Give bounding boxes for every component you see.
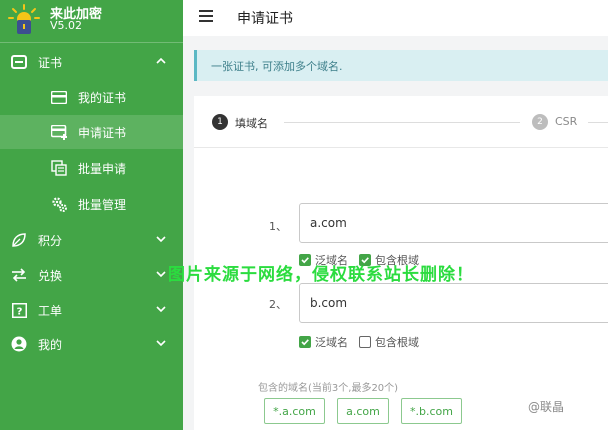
- step-label: CSR: [555, 115, 578, 128]
- hamburger-icon[interactable]: [199, 10, 213, 22]
- svg-text:?: ?: [16, 306, 22, 317]
- sidebar-item-exchange[interactable]: 兑换: [0, 258, 183, 292]
- sidebar-item-my-certificates[interactable]: 我的证书: [0, 80, 183, 114]
- step-number: 2: [532, 114, 548, 130]
- step-connector: [588, 122, 608, 123]
- domain-input-1[interactable]: [299, 203, 608, 243]
- card-add-icon: [50, 123, 68, 141]
- domain-index: 1、: [269, 220, 287, 233]
- brand-version: V5.02: [50, 19, 83, 32]
- wildcard-checkbox-2[interactable]: 泛域名: [299, 334, 348, 350]
- gears-icon: [50, 195, 68, 213]
- step-number: 1: [212, 114, 228, 130]
- step-connector: [284, 122, 520, 123]
- sidebar-item-certificates[interactable]: 证书: [0, 45, 183, 79]
- sidebar: 来此加密 V5.02 证书 我的证书 申请证书 批量申请 批量管理 积分 兑换 …: [0, 0, 183, 430]
- domain-chip[interactable]: a.com: [337, 398, 389, 424]
- sidebar-item-apply-certificate[interactable]: 申请证书: [0, 115, 183, 149]
- checkbox-label: 包含根域: [375, 336, 419, 349]
- logo-icon: [8, 4, 40, 34]
- exchange-icon: [10, 266, 28, 284]
- checkbox-label: 泛域名: [315, 336, 348, 349]
- included-domains-label: 包含的域名(当前3个,最多20个): [258, 383, 399, 394]
- copy-icon: [50, 159, 68, 177]
- domain-input-2[interactable]: [299, 283, 608, 323]
- domain-chip[interactable]: *.a.com: [264, 398, 325, 424]
- sidebar-divider: [0, 42, 183, 43]
- info-alert: 一张证书, 可添加多个域名.: [194, 50, 608, 81]
- leaf-icon: [10, 231, 28, 249]
- root-checkbox-2[interactable]: 包含根域: [359, 334, 419, 350]
- checkbox-unchecked-icon: [359, 336, 371, 348]
- user-circle-icon: [10, 335, 28, 353]
- watermark-corner: @联晶: [528, 400, 565, 414]
- chevron-down-icon[interactable]: [155, 233, 167, 245]
- top-bar: 申请证书: [183, 0, 608, 36]
- sidebar-item-batch-manage[interactable]: 批量管理: [0, 187, 183, 221]
- domain-chip[interactable]: *.b.com: [401, 398, 462, 424]
- sidebar-item-label: 批量管理: [78, 197, 127, 212]
- sidebar-item-points[interactable]: 积分: [0, 223, 183, 257]
- sidebar-item-mine[interactable]: 我的: [0, 327, 183, 361]
- chevron-down-icon[interactable]: [155, 268, 167, 280]
- chevron-up-icon[interactable]: [155, 55, 167, 67]
- brand[interactable]: 来此加密 V5.02: [0, 0, 183, 42]
- sidebar-item-label: 我的证书: [78, 90, 127, 105]
- sidebar-item-label: 申请证书: [78, 125, 127, 140]
- page-title: 申请证书: [237, 11, 293, 27]
- domain-index: 2、: [269, 298, 287, 311]
- chevron-down-icon[interactable]: [155, 303, 167, 315]
- question-box-icon: ?: [10, 301, 28, 319]
- step-label: 填域名: [235, 117, 268, 130]
- checkbox-checked-icon: [299, 336, 311, 348]
- chevron-down-icon[interactable]: [155, 337, 167, 349]
- certificate-icon: [10, 53, 28, 71]
- stepper: 1 填域名 2 CSR: [194, 96, 608, 148]
- sidebar-item-batch-apply[interactable]: 批量申请: [0, 151, 183, 185]
- sidebar-item-tickets[interactable]: ? 工单: [0, 293, 183, 327]
- card-icon: [50, 88, 68, 106]
- watermark-text: 图片来源于网络，侵权联系站长删除！: [168, 265, 474, 285]
- alert-text: 一张证书, 可添加多个域名.: [211, 60, 343, 73]
- sidebar-item-label: 批量申请: [78, 161, 127, 176]
